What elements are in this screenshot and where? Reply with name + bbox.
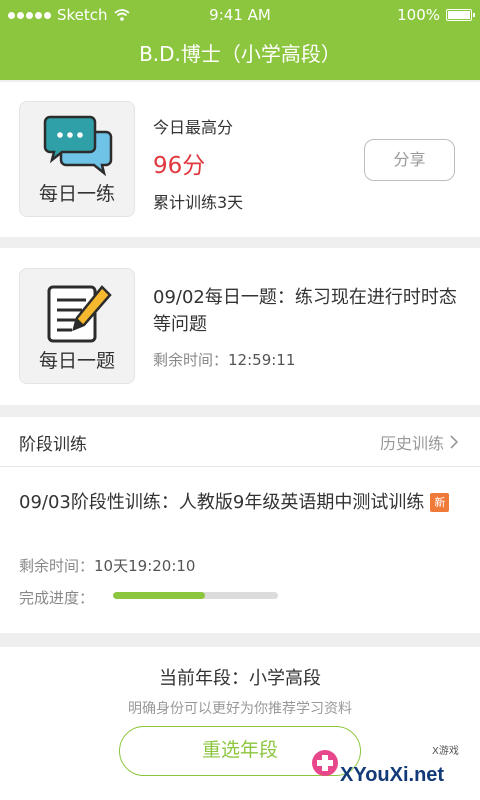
stage-training-card: 阶段训练 历史训练 09/03阶段性训练：人教版9年级英语期中测试训练新 剩余时… [0, 417, 480, 633]
share-button[interactable]: 分享 [364, 139, 455, 181]
remain-value: 12:59:11 [228, 351, 296, 369]
daily-question-tile[interactable]: 每日一题 [19, 268, 135, 384]
score-title: 今日最高分 [153, 118, 234, 137]
chevron-right-icon [450, 435, 458, 449]
watermark-small: X游戏 [432, 746, 459, 757]
nav-bar: B.D.博士（小学高段） [0, 30, 480, 80]
battery-icon [446, 9, 475, 21]
status-right: 100% [397, 6, 475, 24]
progress-fill [113, 592, 206, 599]
daily-practice-card[interactable]: 每日一练 今日最高分 96分 累计训练3天 分享 [0, 82, 480, 237]
chat-bubbles-icon [43, 115, 113, 176]
stage-remaining-time: 剩余时间：10天19:20:10 [19, 555, 195, 576]
stage-training-header: 阶段训练 历史训练 [0, 417, 480, 467]
daily-question-label: 每日一题 [38, 350, 115, 372]
progress-label: 完成进度： [19, 589, 95, 607]
new-badge: 新 [430, 493, 450, 512]
stage-remain-value: 10天19:20:10 [94, 557, 196, 575]
section-title: 阶段训练 [19, 435, 87, 455]
daily-practice-label: 每日一练 [38, 183, 115, 205]
status-bar: Sketch 9:41 AM 100% [0, 0, 480, 30]
site-watermark: X游戏 XYouXi.net [306, 720, 480, 800]
battery-percent: 100% [397, 6, 440, 24]
history-label: 历史训练 [379, 434, 444, 453]
grade-hint: 明确身份可以更好为你推荐学习资料 [128, 701, 352, 717]
remain-label: 剩余时间： [153, 351, 229, 369]
gamepad-logo-icon [312, 750, 338, 776]
progress-bar [113, 592, 278, 599]
page-title: B.D.博士（小学高段） [139, 42, 341, 66]
question-remaining-time: 剩余时间：12:59:11 [153, 349, 295, 370]
history-training-link[interactable]: 历史训练 [380, 430, 458, 454]
streak-text: 累计训练3天 [153, 193, 244, 212]
daily-question-card[interactable]: 每日一题 09/02每日一题：练习现在进行时时态等问题 剩余时间：12:59:1… [0, 248, 480, 405]
daily-practice-tile[interactable]: 每日一练 [19, 101, 135, 217]
current-grade: 当前年段：小学高段 [159, 668, 321, 689]
notepad-pencil-icon [47, 285, 112, 343]
stage-title-text: 09/03阶段性训练：人教版9年级英语期中测试训练 [19, 492, 425, 513]
score-value: 96分 [153, 153, 206, 179]
stage-remain-label: 剩余时间： [19, 557, 95, 575]
stage-training-title[interactable]: 09/03阶段性训练：人教版9年级英语期中测试训练新 [19, 489, 459, 516]
question-title[interactable]: 09/02每日一题：练习现在进行时时态等问题 [153, 284, 463, 338]
watermark-site: XYouXi.net [340, 764, 445, 786]
